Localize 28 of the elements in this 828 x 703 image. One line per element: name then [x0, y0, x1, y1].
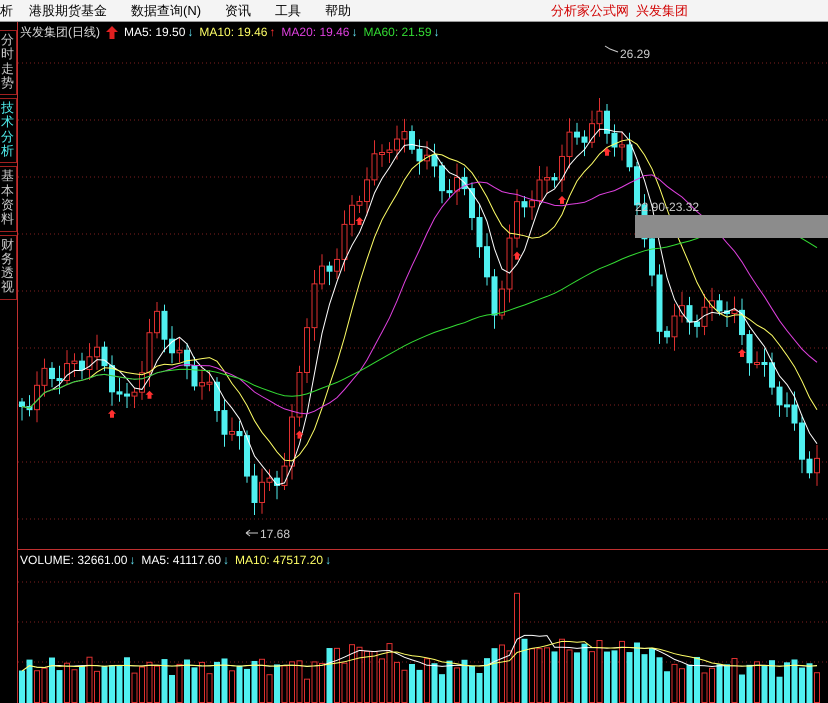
down-arrow-icon: ↓	[325, 553, 332, 567]
menu-item[interactable]: 工具	[263, 2, 314, 20]
side-tab[interactable]: 基本资料	[0, 166, 17, 232]
indicator-value: MA20: 19.46	[281, 25, 350, 39]
down-arrow-icon: ↓	[351, 25, 358, 39]
down-arrow-icon: ↓	[129, 553, 136, 567]
menu-item[interactable]: 析	[0, 2, 17, 20]
indicator-value: MA10: 47517.20	[235, 553, 324, 567]
side-tab[interactable]: 技术分析	[0, 98, 17, 164]
indicator-value: MA5: 41117.60	[141, 553, 222, 567]
up-arrow-icon: ↑	[269, 25, 276, 39]
side-tab[interactable]: 分时走势	[0, 30, 17, 96]
down-arrow-icon: ↓	[434, 25, 440, 39]
indicator-value: MA10: 19.46	[199, 25, 268, 39]
menu-item[interactable]: 数据查询(N)	[119, 2, 214, 20]
chart-title: 兴发集团(日线)	[20, 24, 100, 40]
indicator-value: MA60: 21.59	[363, 25, 432, 39]
high-price-label: 26.29	[620, 47, 650, 61]
indicator-value: VOLUME: 32661.00	[20, 553, 128, 567]
low-price-label: 17.68	[260, 527, 290, 541]
menu-title-text: 分析家公式网 兴发集团	[550, 2, 688, 20]
down-arrow-icon: ↓	[223, 553, 230, 567]
menu-item[interactable]: 帮助	[313, 2, 364, 20]
menu-item[interactable]: 港股期货基金	[17, 2, 119, 20]
side-tab[interactable]: 财务透视	[0, 234, 17, 300]
menu-item[interactable]: 资讯	[213, 2, 264, 20]
down-arrow-icon: ↓	[187, 25, 194, 39]
indicator-value: MA5: 19.50	[124, 25, 186, 39]
